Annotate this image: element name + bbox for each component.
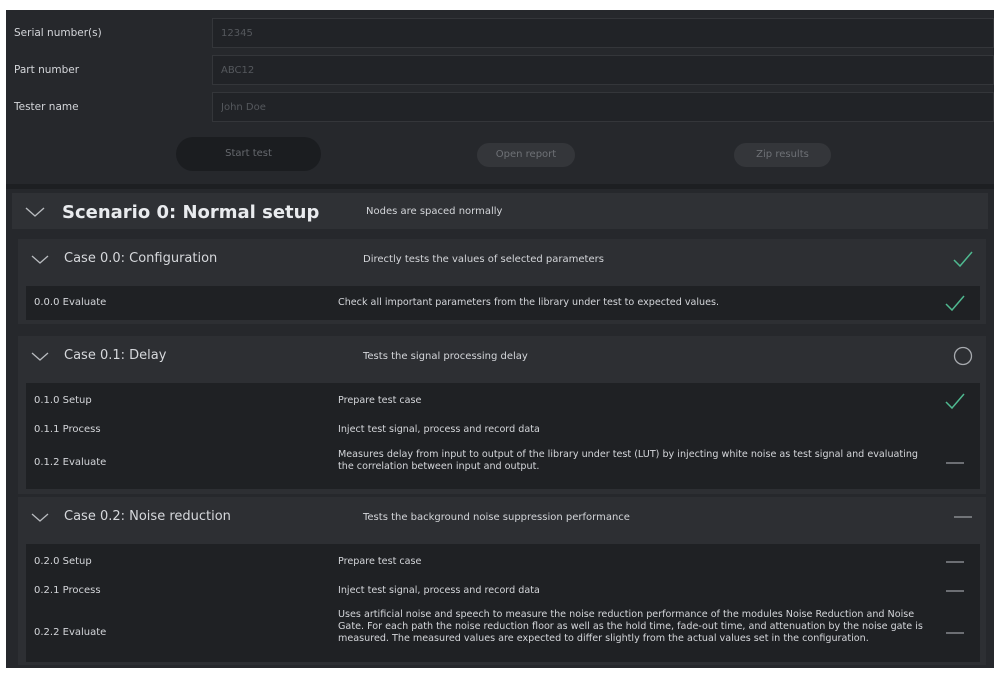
step-row: 0.2.0 Setup Prepare test case	[26, 544, 980, 578]
chevron-down-icon[interactable]	[30, 512, 52, 526]
serial-row: Serial number(s)	[6, 18, 994, 48]
chevron-down-icon[interactable]	[24, 206, 46, 220]
case-header[interactable]: Case 0.1: Delay Tests the signal process…	[18, 336, 986, 376]
step-id: 0.2.2 Evaluate	[34, 627, 107, 638]
serial-input[interactable]	[212, 18, 994, 48]
part-row: Part number	[6, 55, 994, 85]
section-divider	[6, 184, 994, 189]
dash-icon	[952, 507, 974, 527]
step-id: 0.1.2 Evaluate	[34, 457, 107, 468]
case-header[interactable]: Case 0.2: Noise reduction Tests the back…	[18, 497, 986, 537]
checkmark-icon	[952, 249, 974, 269]
tester-label: Tester name	[14, 101, 79, 113]
case-noise-reduction: Case 0.2: Noise reduction Tests the back…	[18, 497, 986, 665]
dash-icon	[944, 453, 966, 473]
case-header[interactable]: Case 0.0: Configuration Directly tests t…	[18, 239, 986, 279]
case-delay: Case 0.1: Delay Tests the signal process…	[18, 336, 986, 494]
step-description: Measures delay from input to output of t…	[338, 449, 919, 472]
step-id: 0.0.0 Evaluate	[34, 297, 107, 308]
step-id: 0.2.1 Process	[34, 585, 101, 596]
case-description: Tests the background noise suppression p…	[363, 512, 630, 523]
dash-icon	[944, 623, 966, 643]
part-label: Part number	[14, 64, 80, 76]
part-input[interactable]	[212, 55, 994, 85]
circle-icon	[952, 346, 974, 366]
zip-results-button[interactable]: Zip results	[734, 143, 831, 167]
scenario-description: Nodes are spaced normally	[366, 206, 503, 217]
step-description: Uses artificial noise and speech to meas…	[338, 609, 923, 644]
tester-input[interactable]	[212, 92, 994, 122]
case-title: Case 0.2: Noise reduction	[64, 509, 231, 524]
case-title: Case 0.1: Delay	[64, 348, 167, 363]
step-id: 0.1.1 Process	[34, 424, 101, 435]
step-row: 0.0.0 Evaluate Check all important param…	[26, 286, 980, 320]
serial-label: Serial number(s)	[14, 27, 102, 39]
step-description: Prepare test case	[338, 556, 422, 567]
case-steps: 0.0.0 Evaluate Check all important param…	[26, 286, 980, 320]
step-row: 0.1.1 Process Inject test signal, proces…	[26, 417, 980, 445]
case-configuration: Case 0.0: Configuration Directly tests t…	[18, 239, 986, 324]
checkmark-icon	[944, 293, 966, 313]
step-row: 0.2.1 Process Inject test signal, proces…	[26, 578, 980, 606]
chevron-down-icon[interactable]	[30, 254, 52, 268]
chevron-down-icon[interactable]	[30, 351, 52, 365]
step-description: Prepare test case	[338, 395, 422, 406]
step-row: 0.2.2 Evaluate Uses artificial noise and…	[26, 606, 980, 662]
case-title: Case 0.0: Configuration	[64, 251, 218, 266]
step-description: Inject test signal, process and record d…	[338, 424, 540, 435]
step-description: Inject test signal, process and record d…	[338, 585, 540, 596]
checkmark-icon	[944, 391, 966, 411]
case-steps: 0.1.0 Setup Prepare test case 0.1.1 Proc…	[26, 383, 980, 489]
dash-icon	[944, 581, 966, 601]
scenario-title: Scenario 0: Normal setup	[62, 202, 320, 223]
tester-row: Tester name	[6, 92, 994, 122]
step-id: 0.2.0 Setup	[34, 556, 92, 567]
case-description: Directly tests the values of selected pa…	[363, 254, 604, 265]
case-description: Tests the signal processing delay	[363, 351, 528, 362]
start-test-button[interactable]: Start test	[176, 137, 321, 171]
step-description: Check all important parameters from the …	[338, 297, 720, 308]
scenario-header[interactable]: Scenario 0: Normal setup Nodes are space…	[12, 193, 988, 229]
step-row: 0.1.2 Evaluate Measures delay from input…	[26, 445, 980, 489]
open-report-button[interactable]: Open report	[477, 143, 575, 167]
case-steps: 0.2.0 Setup Prepare test case 0.2.1 Proc…	[26, 544, 980, 662]
test-runner-window: Serial number(s) Part number Tester name…	[6, 10, 994, 668]
dash-icon	[944, 552, 966, 572]
step-id: 0.1.0 Setup	[34, 395, 92, 406]
step-row: 0.1.0 Setup Prepare test case	[26, 383, 980, 417]
